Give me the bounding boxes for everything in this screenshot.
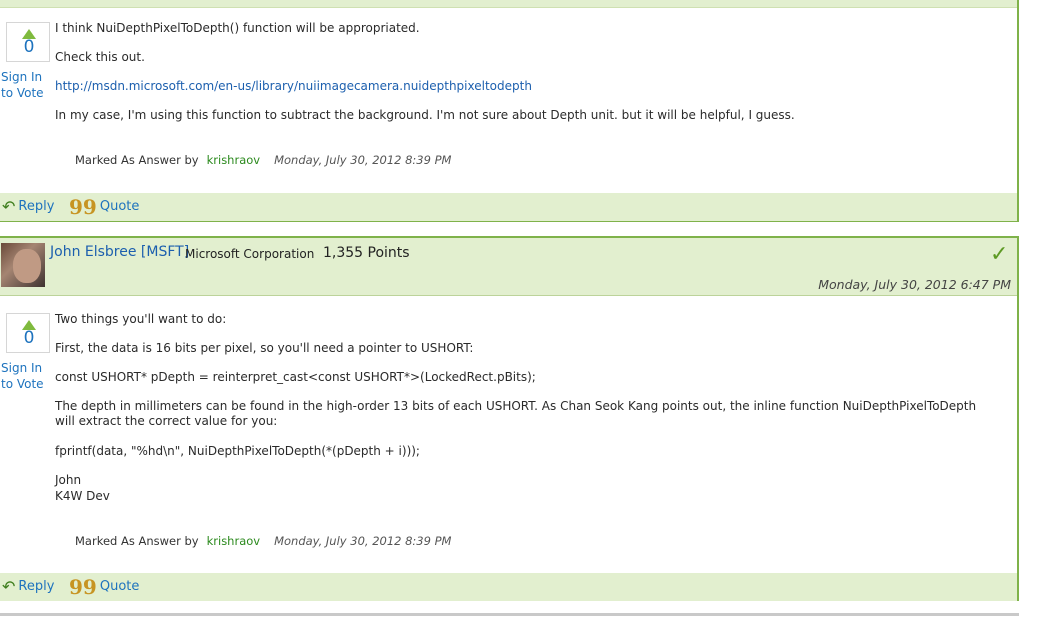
vote-widget[interactable]: 0 [6,22,50,62]
avatar[interactable] [1,243,45,287]
divider [0,613,1019,616]
marked-label: Marked As Answer by [75,534,199,548]
post-body-line: I think NuiDepthPixelToDepth() function … [55,21,420,35]
quote-icon: 99 [69,574,97,599]
marked-by-user-link[interactable]: krishraov [207,153,260,167]
marked-date: Monday, July 30, 2012 8:39 PM [274,534,452,548]
avatar-face [13,249,41,283]
reply-arrow-icon: ↶ [2,576,16,596]
post-body-line: Check this out. [55,50,145,64]
reply-button[interactable]: ↶ Reply [2,576,55,596]
quote-label: Quote [99,579,140,594]
author-name-link[interactable]: John Elsbree [MSFT] [50,244,189,260]
post-answer-2: John Elsbree [MSFT] Microsoft Corporatio… [0,236,1019,601]
post-body-line: const USHORT* pDepth = reinterpret_cast<… [55,370,536,384]
answer-check-icon: ✓ [990,242,1009,267]
sign-in-to-vote-link[interactable]: Sign In to Vote [1,69,55,101]
marked-as-answer: Marked As Answer by krishraov Monday, July… [75,534,451,548]
post-body-line: K4W Dev [55,489,110,503]
vote-count: 0 [23,328,35,348]
quote-button[interactable]: 99 Quote [69,194,140,219]
msdn-link[interactable]: http://msdn.microsoft.com/en-us/library/… [55,79,532,93]
vote-widget[interactable]: 0 [6,313,50,353]
post-body-line: In my case, I'm using this function to s… [55,108,795,122]
marked-by-user-link[interactable]: krishraov [207,534,260,548]
reply-label: Reply [18,579,55,594]
post-answer-1: 0 Sign In to Vote I think NuiDepthPixelT… [0,0,1019,222]
post-header-strip [0,0,1017,8]
author-points: 1,355 Points [323,245,410,261]
post-action-bar: ↶ Reply 99 Quote [0,193,1017,221]
quote-label: Quote [99,199,140,214]
reply-label: Reply [18,199,55,214]
post-body-line: First, the data is 16 bits per pixel, so… [55,341,474,355]
marked-label: Marked As Answer by [75,153,199,167]
vote-count: 0 [23,37,35,57]
sign-in-to-vote-link[interactable]: Sign In to Vote [1,360,55,392]
post-body-line: Two things you'll want to do: [55,312,227,326]
quote-icon: 99 [69,194,97,219]
post-body-line: The depth in millimeters can be found in… [55,399,977,428]
post-body-line: fprintf(data, "%hd\n", NuiDepthPixelToDe… [55,444,420,458]
post-body-line: John [55,473,82,487]
post-action-bar: ↶ Reply 99 Quote [0,573,1017,601]
marked-as-answer: Marked As Answer by krishraov Monday, July… [75,153,451,167]
post-header: John Elsbree [MSFT] Microsoft Corporatio… [0,238,1017,296]
quote-button[interactable]: 99 Quote [69,574,140,599]
marked-date: Monday, July 30, 2012 8:39 PM [274,153,452,167]
author-org: Microsoft Corporation [185,247,315,261]
post-date: Monday, July 30, 2012 6:47 PM [818,277,1011,292]
reply-button[interactable]: ↶ Reply [2,196,55,216]
reply-arrow-icon: ↶ [2,196,16,216]
